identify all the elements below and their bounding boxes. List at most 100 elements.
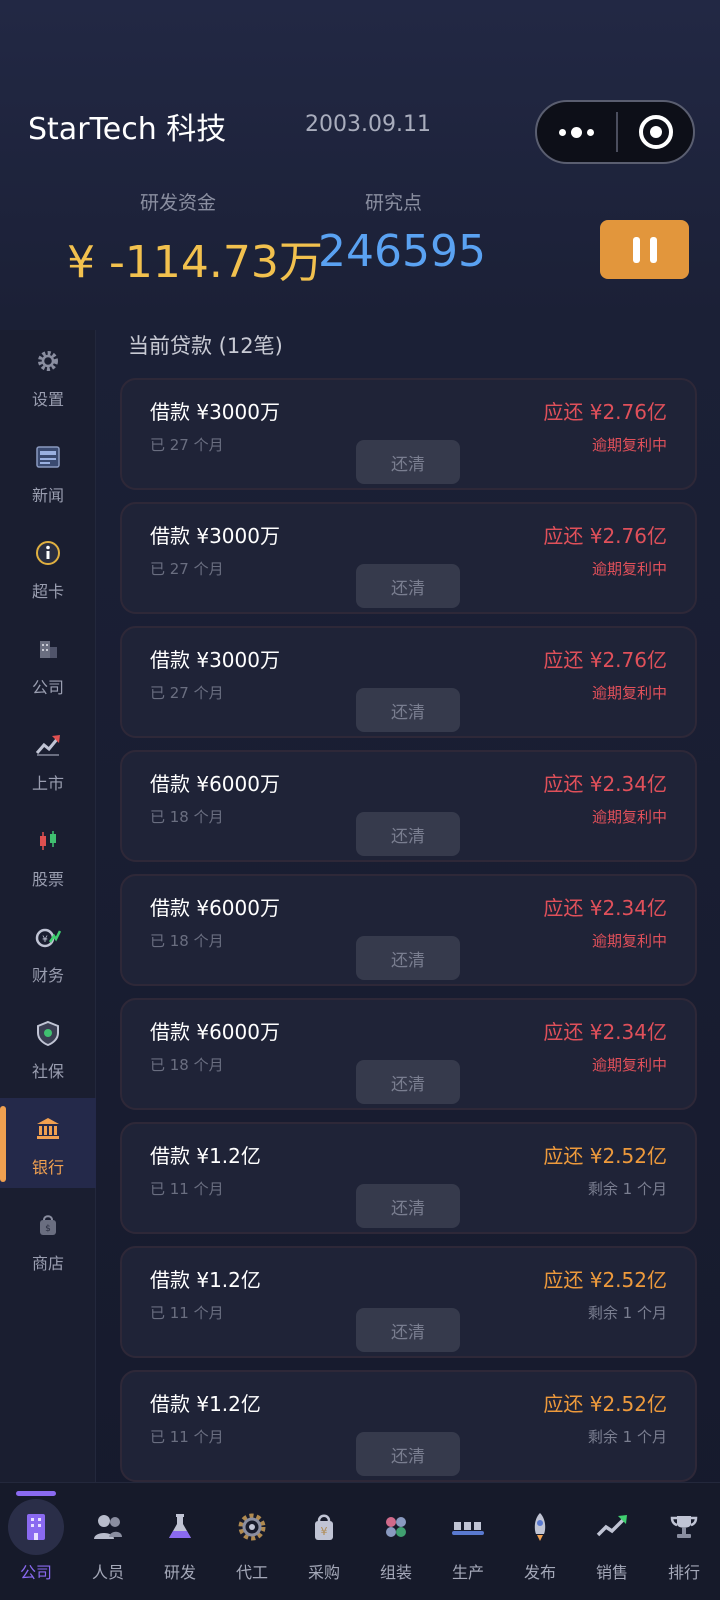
sidebar-item-label: 商店 bbox=[31, 1254, 64, 1273]
loan-status: 逾期复利中 bbox=[591, 1056, 667, 1074]
loan-due: 应还 ¥2.76亿 bbox=[543, 648, 667, 672]
repay-button[interactable]: 还清 bbox=[356, 936, 460, 980]
loan-card: 借款 ¥1.2亿 已 11 个月 应还 ¥2.52亿 剩余 1 个月 还清 bbox=[120, 1246, 697, 1358]
components-icon bbox=[376, 1507, 416, 1547]
loan-amount: 借款 ¥3000万 bbox=[150, 400, 280, 424]
tab-label: 人员 bbox=[91, 1563, 124, 1582]
loan-due: 应还 ¥2.34亿 bbox=[543, 1020, 667, 1044]
tab-label: 排行 bbox=[667, 1563, 700, 1582]
sidebar-item-label: 股票 bbox=[31, 870, 64, 889]
loan-months: 已 18 个月 bbox=[150, 1056, 224, 1074]
candlestick-icon bbox=[35, 828, 61, 854]
tab-label: 代工 bbox=[235, 1563, 268, 1582]
sidebar: 设置 新闻 超卡 公司 上市 股票 ¥ 财务 社保 银行 $ 商店 bbox=[0, 330, 96, 1482]
repay-button[interactable]: 还清 bbox=[356, 564, 460, 608]
loan-amount: 借款 ¥1.2亿 bbox=[150, 1268, 261, 1292]
sidebar-item-stocks[interactable]: 股票 bbox=[0, 810, 96, 900]
loan-months: 已 11 个月 bbox=[150, 1180, 224, 1198]
loan-due: 应还 ¥2.52亿 bbox=[543, 1144, 667, 1168]
svg-text:$: $ bbox=[45, 1224, 51, 1234]
sidebar-item-social-security[interactable]: 社保 bbox=[0, 1002, 96, 1092]
loan-status: 逾期复利中 bbox=[591, 932, 667, 950]
office-building-icon bbox=[8, 1499, 64, 1555]
sidebar-item-label: 公司 bbox=[31, 678, 64, 697]
trophy-icon bbox=[664, 1507, 704, 1547]
loan-due: 应还 ¥2.52亿 bbox=[543, 1268, 667, 1292]
gear-wheel-icon bbox=[232, 1507, 272, 1547]
loan-due: 应还 ¥2.52亿 bbox=[543, 1392, 667, 1416]
loan-months: 已 11 个月 bbox=[150, 1428, 224, 1446]
loan-months: 已 18 个月 bbox=[150, 932, 224, 950]
pause-button[interactable] bbox=[600, 220, 689, 279]
loan-card: 借款 ¥1.2亿 已 11 个月 应还 ¥2.52亿 剩余 1 个月 还清 bbox=[120, 1122, 697, 1234]
conveyor-icon bbox=[448, 1507, 488, 1547]
repay-button[interactable]: 还清 bbox=[356, 1432, 460, 1476]
sidebar-item-shop[interactable]: $ 商店 bbox=[0, 1194, 96, 1284]
loan-due: 应还 ¥2.34亿 bbox=[543, 772, 667, 796]
sales-chart-icon bbox=[592, 1507, 632, 1547]
tab-oem[interactable]: 代工 bbox=[216, 1497, 288, 1597]
info-circle-icon bbox=[35, 540, 61, 566]
loan-amount: 借款 ¥6000万 bbox=[150, 772, 280, 796]
loan-status: 剩余 1 个月 bbox=[587, 1304, 667, 1322]
loan-status: 逾期复利中 bbox=[591, 560, 667, 578]
tab-production[interactable]: 生产 bbox=[432, 1497, 504, 1597]
repay-button[interactable]: 还清 bbox=[356, 440, 460, 484]
sidebar-item-label: 设置 bbox=[31, 390, 64, 409]
sidebar-item-label: 新闻 bbox=[31, 486, 64, 505]
game-date: 2003.09.11 bbox=[305, 112, 431, 137]
loan-card: 借款 ¥6000万 已 18 个月 应还 ¥2.34亿 逾期复利中 还清 bbox=[120, 874, 697, 986]
tab-label: 公司 bbox=[19, 1563, 52, 1582]
sidebar-item-news[interactable]: 新闻 bbox=[0, 426, 96, 516]
funds-label: 研发资金 bbox=[140, 192, 217, 214]
tab-company[interactable]: 公司 bbox=[0, 1497, 72, 1597]
sidebar-item-bank[interactable]: 银行 bbox=[0, 1098, 96, 1188]
loan-card: 借款 ¥3000万 已 27 个月 应还 ¥2.76亿 逾期复利中 还清 bbox=[120, 378, 697, 490]
tab-label: 组装 bbox=[379, 1563, 412, 1582]
shop-bag-icon: $ bbox=[35, 1212, 61, 1238]
loan-months: 已 27 个月 bbox=[150, 560, 224, 578]
sidebar-item-label: 社保 bbox=[31, 1062, 64, 1081]
tab-label: 采购 bbox=[307, 1563, 340, 1582]
sidebar-item-company[interactable]: 公司 bbox=[0, 618, 96, 708]
target-circle-icon[interactable] bbox=[618, 115, 693, 149]
people-icon bbox=[88, 1507, 128, 1547]
finance-icon: ¥ bbox=[35, 924, 61, 950]
sidebar-item-label: 财务 bbox=[31, 966, 64, 985]
loan-amount: 借款 ¥1.2亿 bbox=[150, 1144, 261, 1168]
loan-months: 已 27 个月 bbox=[150, 684, 224, 702]
tab-ranking[interactable]: 排行 bbox=[648, 1497, 720, 1597]
newspaper-icon bbox=[35, 444, 61, 470]
sidebar-item-supercard[interactable]: 超卡 bbox=[0, 522, 96, 612]
repay-button[interactable]: 还清 bbox=[356, 688, 460, 732]
svg-text:¥: ¥ bbox=[42, 935, 48, 945]
tab-assembly[interactable]: 组装 bbox=[360, 1497, 432, 1597]
sidebar-item-ipo[interactable]: 上市 bbox=[0, 714, 96, 804]
loan-months: 已 18 个月 bbox=[150, 808, 224, 826]
loan-due: 应还 ¥2.76亿 bbox=[543, 524, 667, 548]
repay-button[interactable]: 还清 bbox=[356, 1060, 460, 1104]
sidebar-item-finance[interactable]: ¥ 财务 bbox=[0, 906, 96, 996]
tab-staff[interactable]: 人员 bbox=[72, 1497, 144, 1597]
tab-sales[interactable]: 销售 bbox=[576, 1497, 648, 1597]
sidebar-item-label: 上市 bbox=[31, 774, 64, 793]
repay-button[interactable]: 还清 bbox=[356, 812, 460, 856]
points-label: 研究点 bbox=[365, 192, 423, 214]
bank-icon bbox=[35, 1116, 61, 1142]
loan-status: 剩余 1 个月 bbox=[587, 1180, 667, 1198]
active-tab-indicator bbox=[16, 1491, 56, 1496]
more-dots-icon[interactable] bbox=[537, 102, 616, 162]
loan-status: 逾期复利中 bbox=[591, 808, 667, 826]
tab-purchase[interactable]: ¥ 采购 bbox=[288, 1497, 360, 1597]
loan-status: 逾期复利中 bbox=[591, 684, 667, 702]
repay-button[interactable]: 还清 bbox=[356, 1308, 460, 1352]
tab-research[interactable]: 研发 bbox=[144, 1497, 216, 1597]
sidebar-item-settings[interactable]: 设置 bbox=[0, 330, 96, 420]
loan-card: 借款 ¥1.2亿 已 11 个月 应还 ¥2.52亿 剩余 1 个月 还清 bbox=[120, 1370, 697, 1482]
loan-months: 已 27 个月 bbox=[150, 436, 224, 454]
header: StarTech 科技 2003.09.11 研发资金 研究点 ¥ -114.7… bbox=[0, 0, 720, 330]
repay-button[interactable]: 还清 bbox=[356, 1184, 460, 1228]
points-value: 246595 bbox=[318, 226, 486, 277]
loan-months: 已 11 个月 bbox=[150, 1304, 224, 1322]
tab-launch[interactable]: 发布 bbox=[504, 1497, 576, 1597]
